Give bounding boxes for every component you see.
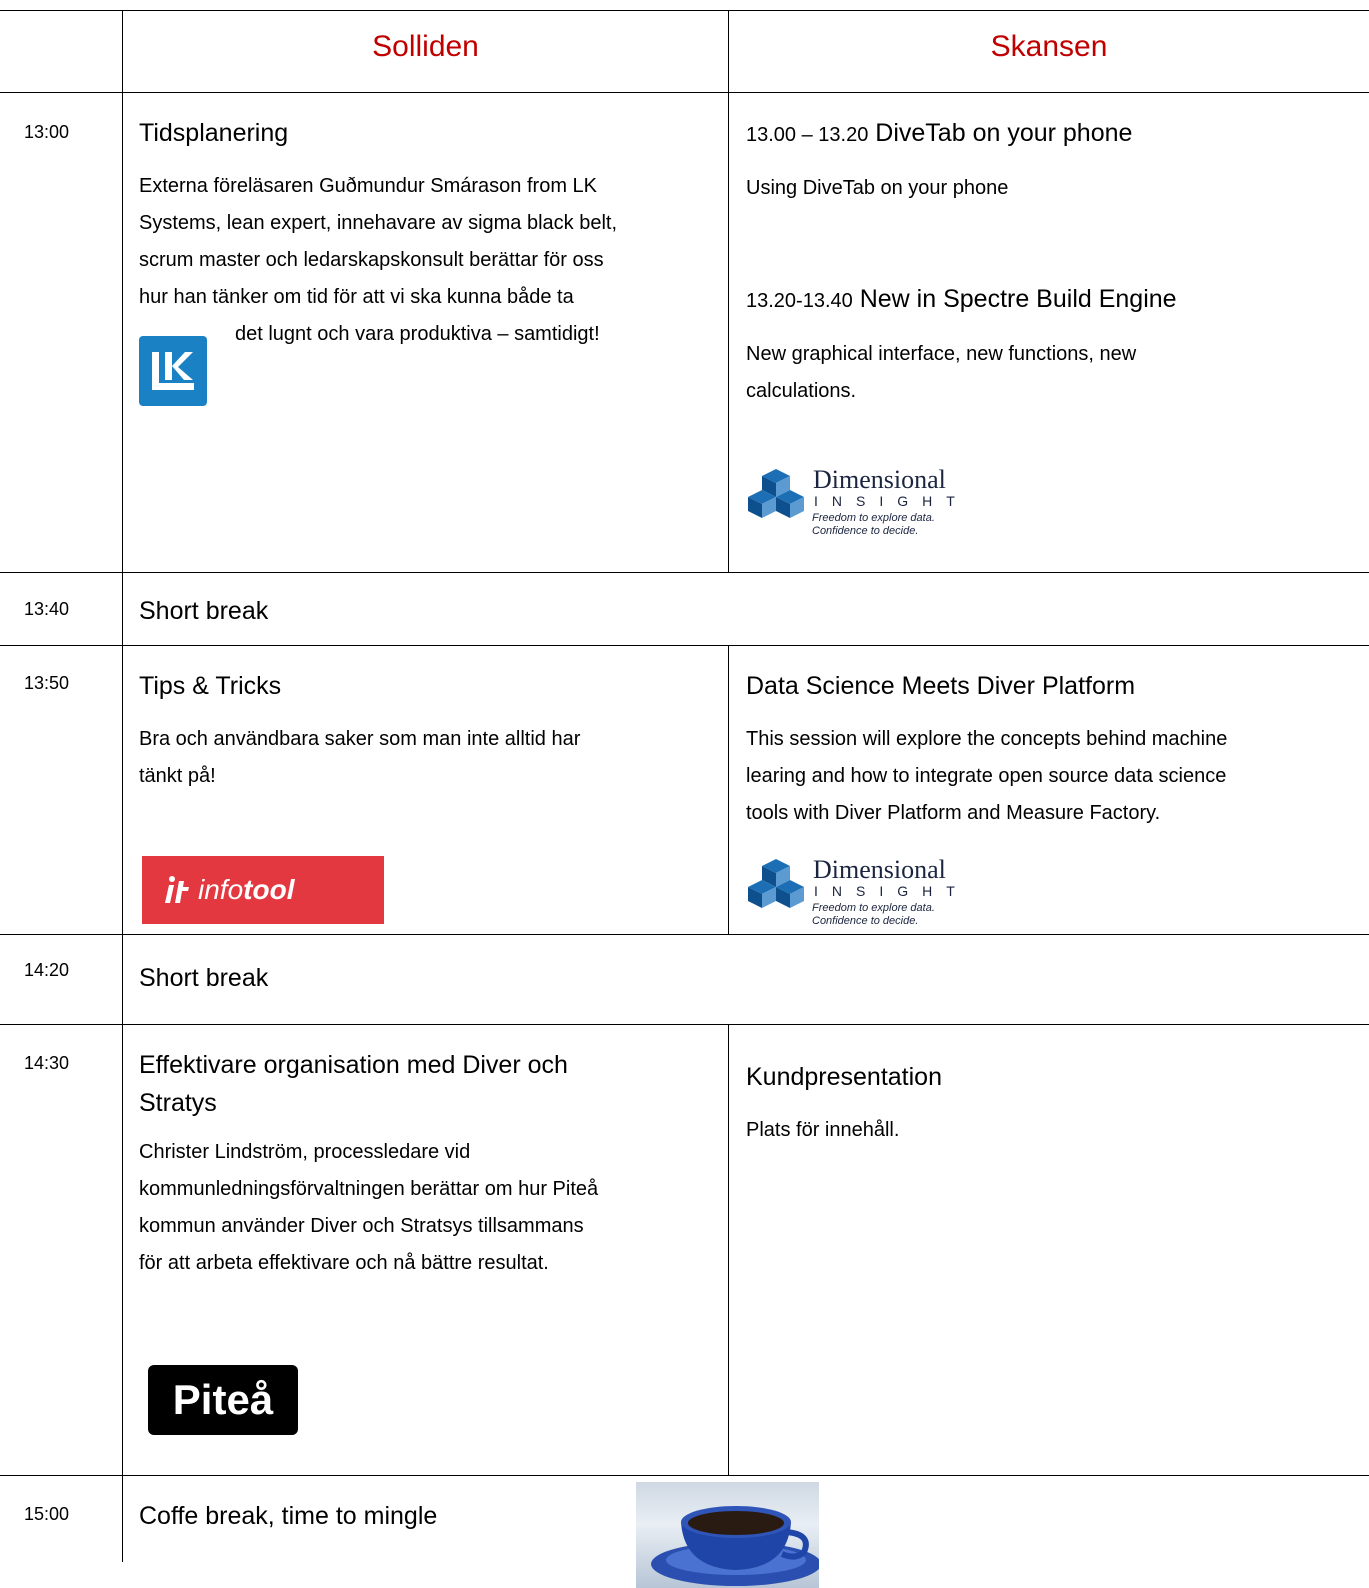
text-line: Externa föreläsaren Guðmundur Smárason f…: [139, 175, 597, 197]
logo-name: Dimensional: [813, 855, 946, 884]
rule: [0, 1475, 1369, 1476]
tagline-line: Freedom to explore data.: [812, 512, 935, 524]
session-description: Using DiveTab on your phone: [746, 177, 1009, 199]
text-line: kommun använder Diver och Stratsys tills…: [139, 1215, 584, 1237]
dimensional-insight-logo: Dimensional INSIGHT Freedom to explore d…: [744, 855, 974, 935]
header-skansen: Skansen: [990, 30, 1108, 63]
rule: [728, 645, 729, 934]
session-data-science: Data Science Meets Diver Platform This s…: [746, 667, 1361, 832]
session-description: This session will explore the concepts b…: [746, 721, 1361, 832]
session-tips-tricks: Tips & Tricks Bra och användbara saker s…: [139, 667, 719, 795]
title-line: Stratys: [139, 1089, 217, 1117]
session-description: New graphical interface, new functions, …: [746, 336, 1356, 410]
text-line: Christer Lindström, processledare vid: [139, 1141, 471, 1163]
title-line: Effektivare organisation med Diver och: [139, 1051, 568, 1079]
text-line: hur han tänker om tid för att vi ska kun…: [139, 286, 574, 308]
text-line: learing and how to integrate open source…: [746, 765, 1227, 787]
session-tidsplanering: Tidsplanering Externa föreläsaren Guðmun…: [139, 114, 719, 353]
rule: [0, 1024, 1369, 1025]
coffee-cup-image: [636, 1482, 819, 1588]
time-label: 14:30: [24, 1053, 70, 1073]
lk-logo: [139, 336, 207, 406]
session-description: Plats för innehåll.: [746, 1119, 900, 1141]
text-line: tools with Diver Platform and Measure Fa…: [746, 802, 1161, 824]
session-title: Data Science Meets Diver Platform: [746, 672, 1136, 700]
text-line: för att arbeta effektivare och nå bättre…: [139, 1252, 549, 1274]
session-title-line: 13.20-13.40 New in Spectre Build Engine: [746, 280, 1356, 320]
time-label: 15:00: [24, 1504, 70, 1524]
schedule-table: Solliden Skansen 13:00 Tidsplanering Ext…: [0, 0, 1369, 1588]
logo-name: Dimensional: [813, 465, 946, 494]
session-title: Effektivare organisation med Diver och S…: [139, 1046, 719, 1122]
logo-subtitle: INSIGHT: [814, 493, 969, 509]
session-title: Kundpresentation: [746, 1063, 942, 1091]
session-title: New in Spectre Build Engine: [859, 285, 1177, 313]
cube-logo-mark: [748, 859, 804, 908]
logo-tagline: Freedom to explore data. Confidence to d…: [812, 512, 935, 538]
text-line: tänkt på!: [139, 765, 216, 787]
text-line: This session will explore the concepts b…: [746, 728, 1228, 750]
lk-logo-mark: [152, 352, 194, 390]
infotool-mark-icon: [165, 876, 189, 903]
text-line: calculations.: [746, 380, 857, 402]
session-time-range: 13.00 – 13.20: [746, 124, 869, 146]
pitea-logo: Piteå: [148, 1365, 298, 1435]
session-kundpresentation: Kundpresentation Plats för innehåll.: [746, 1058, 1356, 1149]
session-description: Christer Lindström, processledare vid ko…: [139, 1134, 719, 1282]
tagline-line: Confidence to decide.: [812, 525, 919, 537]
session-description: Externa föreläsaren Guðmundur Smárason f…: [139, 168, 719, 353]
time-label: 13:50: [24, 673, 70, 693]
rule: [122, 10, 123, 1562]
session-divetab: 13.00 – 13.20 DiveTab on your phone Usin…: [746, 114, 1356, 207]
rule: [0, 934, 1369, 935]
session-title: Tidsplanering: [139, 119, 289, 147]
session-title: DiveTab on your phone: [875, 119, 1133, 147]
cube-logo-mark: [748, 469, 804, 518]
infotool-logo: info tool: [142, 856, 384, 924]
session-spectre: 13.20-13.40 New in Spectre Build Engine …: [746, 280, 1356, 410]
text-line: Systems, lean expert, innehavare av sigm…: [139, 212, 618, 234]
coffee-break-label: Coffe break, time to mingle: [139, 1502, 438, 1530]
infotool-text-info: info: [198, 874, 244, 905]
time-label: 13:00: [24, 122, 70, 142]
text-line: New graphical interface, new functions, …: [746, 343, 1137, 365]
tagline-line: Confidence to decide.: [812, 915, 919, 927]
session-time-range: 13.20-13.40: [746, 290, 853, 312]
logo-subtitle: INSIGHT: [814, 883, 969, 899]
rule: [728, 10, 729, 572]
rule: [0, 10, 1369, 11]
logo-tagline: Freedom to explore data. Confidence to d…: [812, 902, 935, 928]
header-solliden: Solliden: [372, 30, 479, 63]
text-line: Bra och användbara saker som man inte al…: [139, 728, 581, 750]
rule: [0, 92, 1369, 93]
short-break-label: Short break: [139, 964, 269, 992]
infotool-text-tool: tool: [243, 874, 295, 905]
session-description: Bra och användbara saker som man inte al…: [139, 721, 719, 795]
session-title-line: 13.00 – 13.20 DiveTab on your phone: [746, 114, 1356, 154]
tagline-line: Freedom to explore data.: [812, 902, 935, 914]
text-line: scrum master och ledarskapskonsult berät…: [139, 249, 604, 271]
dimensional-insight-logo: Dimensional INSIGHT Freedom to explore d…: [744, 465, 974, 545]
text-line: det lugnt och vara produktiva – samtidig…: [235, 323, 600, 345]
session-title: Tips & Tricks: [139, 672, 282, 700]
rule: [728, 1024, 729, 1475]
text-line: kommunledningsförvaltningen berättar om …: [139, 1178, 599, 1200]
coffee-cup-icon: [651, 1506, 819, 1586]
time-label: 14:20: [24, 960, 70, 980]
time-label: 13:40: [24, 599, 70, 619]
rule: [0, 572, 1369, 573]
rule: [0, 645, 1369, 646]
short-break-label: Short break: [139, 597, 269, 625]
session-effektivare: Effektivare organisation med Diver och S…: [139, 1046, 719, 1282]
